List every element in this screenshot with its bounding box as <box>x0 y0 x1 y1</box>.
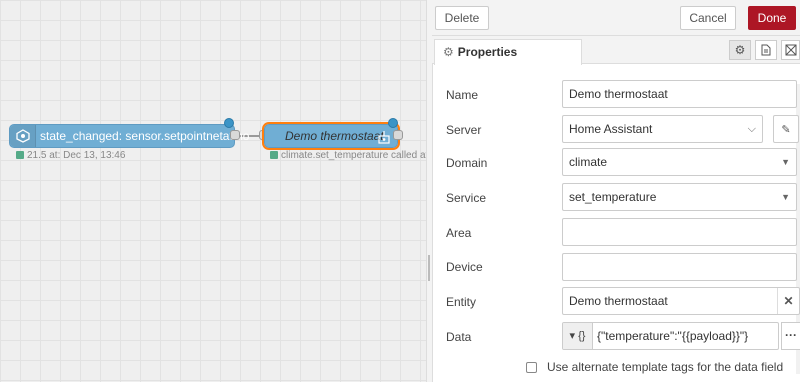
node-label: state_changed: sensor.setpointnetatmo <box>40 129 250 143</box>
sensor-trigger-node[interactable]: state_changed: sensor.setpointnetatmo <box>9 124 249 148</box>
alt-template-option[interactable]: Use alternate template tags for the data… <box>526 360 783 374</box>
node-editor-panel: Delete Cancel Done ⚙ Properties ⚙ Name De… <box>432 0 800 382</box>
description-icon[interactable] <box>755 40 777 60</box>
editor-toolbar: Delete Cancel Done <box>432 0 800 36</box>
entity-label: Entity <box>446 295 477 309</box>
splitter-grip[interactable] <box>428 255 430 281</box>
service-call-node-icon <box>377 129 391 151</box>
device-field[interactable] <box>562 253 797 281</box>
changed-indicator <box>388 118 398 128</box>
area-field[interactable] <box>562 218 797 246</box>
gear-icon: ⚙ <box>443 45 454 59</box>
appearance-icon[interactable] <box>781 40 800 60</box>
node-label: Demo thermostaat <box>285 129 384 143</box>
name-label: Name <box>446 88 479 102</box>
home-assistant-node-icon <box>10 125 36 147</box>
delete-button[interactable]: Delete <box>435 6 489 30</box>
name-field[interactable]: Demo thermostaat <box>562 80 797 108</box>
name-value: Demo thermostaat <box>569 87 668 101</box>
status-dot <box>16 151 24 159</box>
alt-template-label: Use alternate template tags for the data… <box>547 360 784 374</box>
gear-icon[interactable]: ⚙ <box>729 40 751 60</box>
edit-server-button[interactable]: ✎ <box>773 115 799 143</box>
domain-select[interactable]: climate ▼ <box>562 148 797 176</box>
flow-canvas[interactable]: state_changed: sensor.setpointnetatmo 21… <box>0 0 426 382</box>
cancel-button[interactable]: Cancel <box>680 6 736 30</box>
node-status: 21.5 at: Dec 13, 13:46 <box>16 150 125 161</box>
area-label: Area <box>446 226 472 240</box>
changed-indicator <box>224 118 234 128</box>
call-service-node[interactable]: Demo thermostaat <box>262 122 400 151</box>
domain-label: Domain <box>446 156 488 170</box>
editor-tabs: ⚙ Properties ⚙ <box>432 36 800 65</box>
properties-form: Name Demo thermostaat Server Home Assist… <box>432 64 800 382</box>
server-select[interactable]: Home Assistant ⌵ <box>562 115 763 143</box>
status-text: 21.5 at: Dec 13, 13:46 <box>27 150 126 161</box>
service-label: Service <box>446 191 487 205</box>
clear-icon[interactable]: ✕ <box>777 288 799 314</box>
expand-icon[interactable]: ··· <box>781 322 800 350</box>
output-port[interactable] <box>230 130 240 140</box>
chevron-down-icon: ▼ <box>781 157 790 167</box>
entity-value: Demo thermostaat <box>569 294 668 308</box>
server-value: Home Assistant <box>569 122 653 136</box>
output-port[interactable] <box>393 130 403 140</box>
service-value: set_temperature <box>569 190 657 204</box>
chevron-down-icon: ⌵ <box>747 123 756 135</box>
data-field[interactable]: ▾ {} {"temperature":"{{payload}}"} <box>562 322 779 350</box>
alt-template-checkbox[interactable] <box>526 361 537 373</box>
entity-field[interactable]: Demo thermostaat ✕ <box>562 287 800 315</box>
tab-properties[interactable]: ⚙ Properties <box>434 39 582 65</box>
tab-label: Properties <box>457 45 518 59</box>
data-label: Data <box>446 330 472 344</box>
done-button[interactable]: Done <box>748 6 796 30</box>
data-value: {"temperature":"{{payload}}"} <box>597 329 749 343</box>
data-type-label: {} <box>578 330 586 342</box>
data-type-selector[interactable]: ▾ {} <box>563 323 593 349</box>
pencil-icon: ✎ <box>781 123 791 136</box>
device-label: Device <box>446 260 483 274</box>
chevron-down-icon: ▼ <box>781 192 790 202</box>
domain-value: climate <box>569 155 608 169</box>
status-text: climate.set_temperature called at: D <box>281 150 426 161</box>
node-status: climate.set_temperature called at: D <box>270 150 426 161</box>
server-label: Server <box>446 123 482 137</box>
status-dot <box>270 151 278 159</box>
service-select[interactable]: set_temperature ▼ <box>562 183 797 211</box>
